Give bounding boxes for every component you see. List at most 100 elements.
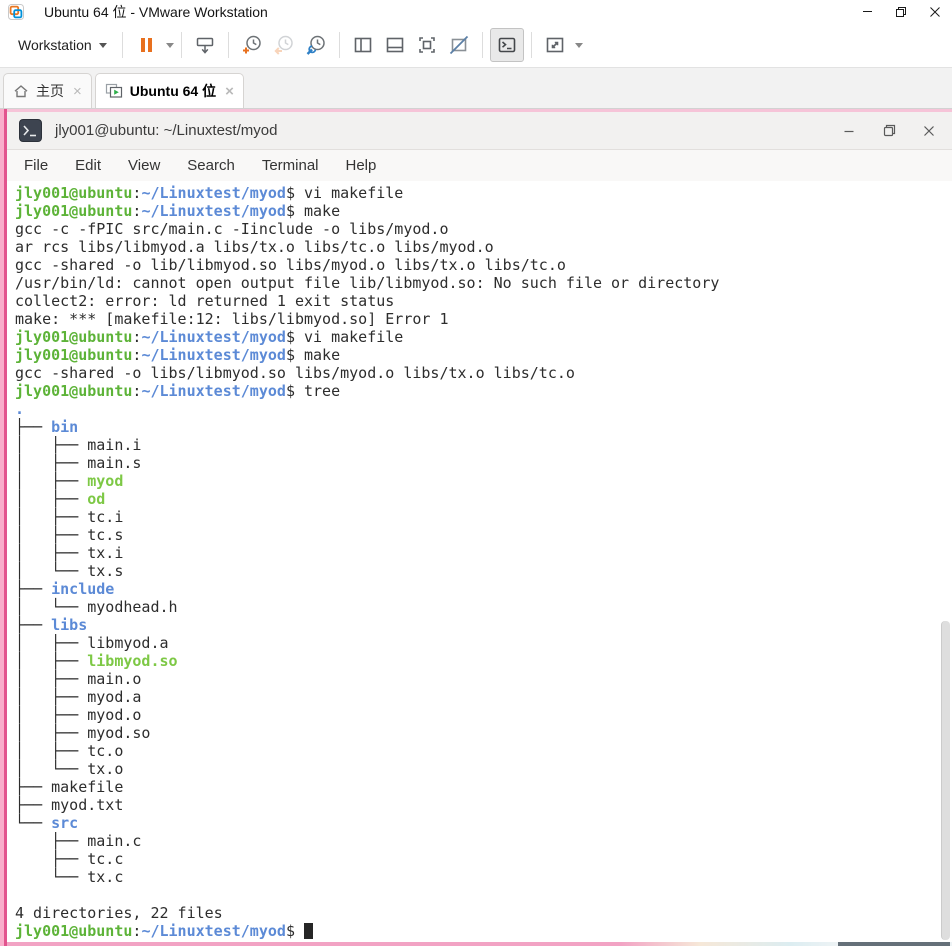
terminal-text: ├── <box>15 418 52 436</box>
menu-search[interactable]: Search <box>187 157 235 174</box>
fullscreen-button[interactable] <box>539 29 571 61</box>
terminal-line: │ ├── myod.o <box>15 706 952 724</box>
terminal-line: │ ├── main.o <box>15 670 952 688</box>
snapshot-manage-icon <box>306 35 325 55</box>
terminal-line: gcc -c -fPIC src/main.c -Iinclude -o lib… <box>15 220 952 238</box>
terminal-line: /usr/bin/ld: cannot open output file lib… <box>15 274 952 292</box>
terminal-minimize-icon[interactable] <box>840 122 858 140</box>
terminal-line: ├── tc.c <box>15 850 952 868</box>
terminal-title: jly001@ubuntu: ~/Linuxtest/myod <box>55 122 278 139</box>
terminal-line: ├── bin <box>15 418 952 436</box>
terminal-restore-icon[interactable] <box>880 122 898 140</box>
terminal-text: ├── makefile <box>15 778 124 796</box>
restore-icon[interactable] <box>884 0 918 23</box>
vmware-tabbar: 主页 × Ubuntu 64 位 × <box>0 68 952 109</box>
menu-view[interactable]: View <box>128 157 160 174</box>
vmware-logo-icon <box>8 3 24 20</box>
show-library-panel-button[interactable] <box>347 29 379 61</box>
terminal-text: od <box>87 490 106 508</box>
tab-ubuntu-vm[interactable]: Ubuntu 64 位 × <box>94 73 244 108</box>
terminal-text: │ └── tx.o <box>15 760 124 778</box>
terminal-text: jly001@ubuntu <box>15 382 133 400</box>
terminal-text: make: *** [makefile:12: libs/libmyod.so]… <box>15 310 449 328</box>
terminal-text: │ ├── main.i <box>15 436 142 454</box>
desktop-wallpaper-edge <box>0 109 952 112</box>
terminal-text: ~/Linuxtest/myod <box>141 184 286 202</box>
terminal-text: $ vi makefile <box>285 184 404 202</box>
terminal-line: ├── makefile <box>15 778 952 796</box>
toolbar-separator <box>121 32 123 58</box>
terminal-text: │ ├── myod.a <box>15 688 142 706</box>
terminal-text: $ <box>285 922 304 940</box>
terminal-text: libmyod.so <box>87 652 178 670</box>
terminal-text: ├── <box>15 580 52 598</box>
terminal-line: │ ├── libmyod.so <box>15 652 952 670</box>
terminal-text: ar rcs libs/libmyod.a libs/tx.o libs/tc.… <box>15 238 494 256</box>
console-view-button[interactable] <box>489 28 524 62</box>
terminal-text: │ ├── libmyod.a <box>15 634 169 652</box>
revert-snapshot-button <box>268 29 300 61</box>
minimize-icon[interactable] <box>850 0 884 23</box>
terminal-line: gcc -shared -o libs/libmyod.so libs/myod… <box>15 364 952 382</box>
terminal-text: 4 directories, 22 files <box>15 904 223 922</box>
terminal-line: │ ├── tc.s <box>15 526 952 544</box>
menu-help[interactable]: Help <box>346 157 377 174</box>
terminal-output[interactable]: jly001@ubuntu:~/Linuxtest/myod$ vi makef… <box>7 181 952 942</box>
terminal-text: $ tree <box>285 382 341 400</box>
terminal-text: . <box>15 400 25 418</box>
pause-vm-button[interactable] <box>130 29 162 61</box>
terminal-line: │ ├── main.s <box>15 454 952 472</box>
terminal-text: │ └── myodhead.h <box>15 598 178 616</box>
terminal-text: │ ├── <box>15 472 88 490</box>
terminal-line: │ ├── od <box>15 490 952 508</box>
library-panel-icon <box>354 37 371 53</box>
menu-edit[interactable]: Edit <box>75 157 101 174</box>
workstation-menu-button[interactable]: Workstation <box>10 31 115 59</box>
tab-label: Ubuntu 64 位 <box>129 83 217 99</box>
terminal-text: ├── main.c <box>15 832 142 850</box>
terminal-text: libs <box>51 616 88 634</box>
close-icon[interactable] <box>918 0 952 23</box>
terminal-line: │ ├── main.i <box>15 436 952 454</box>
console-view-icon <box>498 37 515 53</box>
vm-screen-icon <box>105 83 122 98</box>
tab-close-icon[interactable]: × <box>73 84 82 99</box>
terminal-titlebar[interactable]: jly001@ubuntu: ~/Linuxtest/myod <box>7 112 952 150</box>
toolbar-separator <box>338 32 340 58</box>
terminal-text: jly001@ubuntu <box>15 346 133 364</box>
terminal-text: jly001@ubuntu <box>15 184 133 202</box>
pause-icon <box>140 38 152 52</box>
terminal-text: bin <box>51 418 79 436</box>
manage-snapshots-button[interactable] <box>300 29 332 61</box>
terminal-text: │ ├── myod.so <box>15 724 151 742</box>
tab-label: 主页 <box>36 83 64 99</box>
menu-file[interactable]: File <box>24 157 48 174</box>
terminal-text: ~/Linuxtest/myod <box>141 202 286 220</box>
terminal-menubar: File Edit View Search Terminal Help <box>7 150 952 181</box>
tab-close-icon[interactable]: × <box>225 84 234 99</box>
chevron-down-icon[interactable] <box>165 42 174 48</box>
terminal-text: │ ├── main.s <box>15 454 142 472</box>
show-thumbnail-bar-button[interactable] <box>379 29 411 61</box>
terminal-icon <box>19 119 42 142</box>
menu-terminal[interactable]: Terminal <box>262 157 319 174</box>
terminal-line: │ └── tx.s <box>15 562 952 580</box>
send-ctrl-alt-del-button[interactable] <box>189 29 221 61</box>
take-snapshot-button[interactable] <box>236 29 268 61</box>
fit-guest-now-button[interactable] <box>411 29 443 61</box>
tab-home[interactable]: 主页 × <box>3 73 92 108</box>
terminal-close-icon[interactable] <box>920 122 938 140</box>
terminal-line: jly001@ubuntu:~/Linuxtest/myod$ <box>15 922 952 940</box>
terminal-scrollbar[interactable] <box>941 621 950 940</box>
terminal-line: ├── include <box>15 580 952 598</box>
chevron-down-icon[interactable] <box>574 42 583 48</box>
send-ctrl-alt-del-icon <box>196 37 213 54</box>
terminal-cursor <box>304 923 313 939</box>
desktop-wallpaper-edge <box>0 942 952 946</box>
vm-horizontal-scrollbar[interactable] <box>838 942 950 946</box>
terminal-line: └── tx.c <box>15 868 952 886</box>
terminal-text: ~/Linuxtest/myod <box>141 346 286 364</box>
terminal-text: $ make <box>285 202 341 220</box>
workstation-menu-label: Workstation <box>18 37 92 53</box>
